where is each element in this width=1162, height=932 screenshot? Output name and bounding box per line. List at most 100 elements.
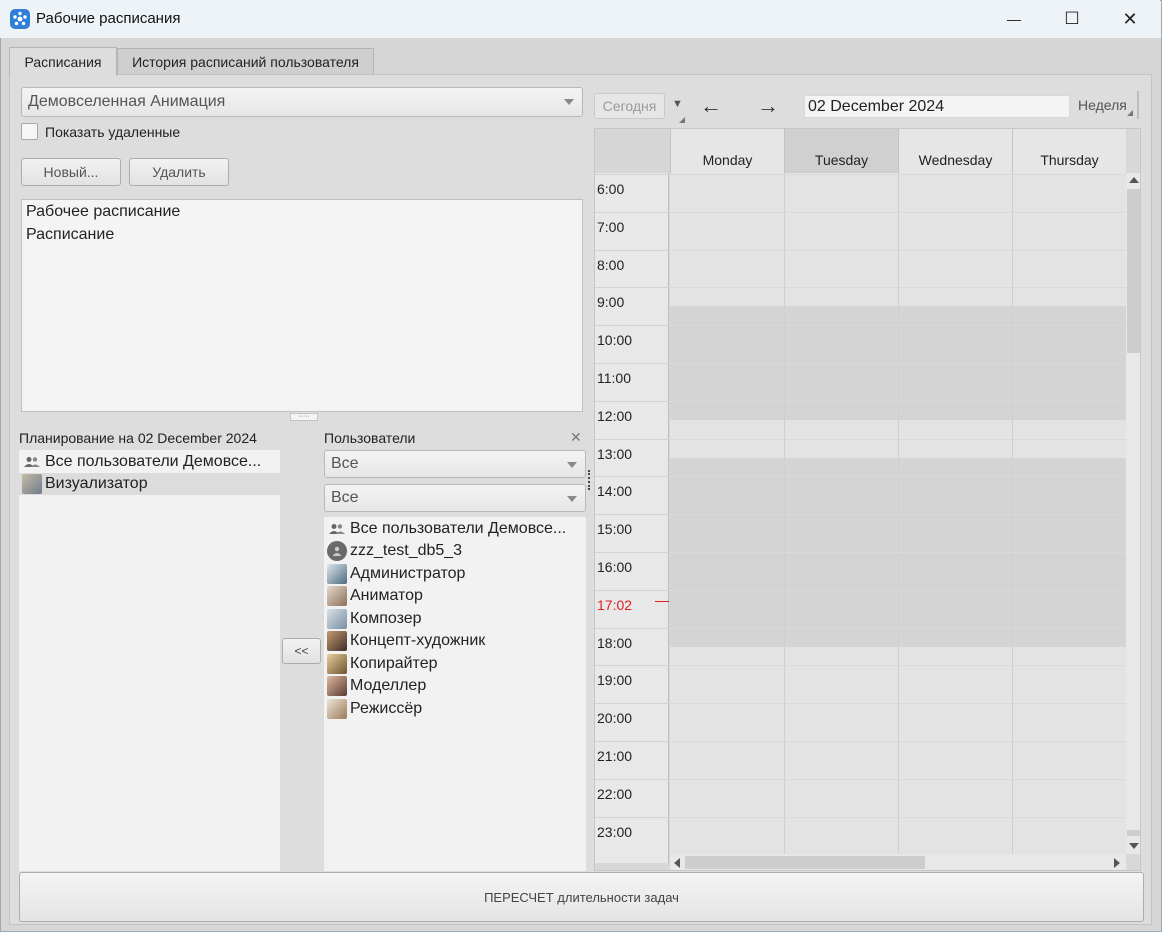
chevron-down-icon xyxy=(564,99,574,105)
list-item[interactable]: Визуализатор xyxy=(19,473,280,495)
view-mode-label: Неделя xyxy=(1078,97,1127,113)
list-item-label: Концепт-художник xyxy=(350,632,486,649)
list-item-label: Администратор xyxy=(350,565,466,582)
day-header-tuesday[interactable]: Tuesday xyxy=(784,129,898,173)
splitter-handle[interactable] xyxy=(588,470,592,490)
next-week-button[interactable]: → xyxy=(757,93,779,119)
title-bar: Рабочие расписания — ☐ ✕ xyxy=(0,0,1160,38)
prev-week-button[interactable]: ← xyxy=(700,93,722,119)
schedules-list[interactable]: Рабочее расписание Расписание xyxy=(21,199,583,412)
hour-gridline xyxy=(670,703,1126,705)
list-item-label: Все пользователи Демовсе... xyxy=(45,453,262,470)
list-item[interactable]: Композер xyxy=(324,608,586,630)
list-item[interactable]: Все пользователи Демовсе... xyxy=(19,451,280,473)
avatar xyxy=(22,474,42,494)
list-item[interactable]: Все пользователи Демовсе... xyxy=(324,518,586,540)
tab-history-label: История расписаний пользователя xyxy=(132,53,359,70)
current-time-marker xyxy=(655,601,669,602)
close-button[interactable]: ✕ xyxy=(1101,0,1159,38)
show-deleted-label: Показать удаленные xyxy=(45,124,181,140)
hour-gridline xyxy=(670,514,1126,516)
hour-gridline xyxy=(595,174,669,175)
recalc-duration-button[interactable]: ПЕРЕСЧЕТ длительности задач xyxy=(19,872,1144,922)
day-header-monday[interactable]: Monday xyxy=(670,129,784,173)
hour-label: 23:00 xyxy=(597,823,633,840)
hour-gridline xyxy=(595,552,669,553)
users-filter-2-value: Все xyxy=(331,489,359,506)
hour-gridline xyxy=(670,249,1126,251)
hour-gridline xyxy=(670,476,1126,478)
today-dropdown-icon[interactable]: ▼ xyxy=(672,98,683,110)
users-list[interactable]: Все пользователи Демовсе... zzz_test_db5… xyxy=(324,517,586,871)
add-user-to-planning-button[interactable]: << xyxy=(282,638,321,664)
list-item[interactable]: Концепт-художник xyxy=(324,630,586,652)
hour-label: 16:00 xyxy=(597,559,633,575)
users-filter-1-value: Все xyxy=(331,455,359,472)
list-item[interactable]: Моделлер xyxy=(324,675,586,697)
day-area[interactable] xyxy=(670,173,1126,854)
hour-gridline xyxy=(595,438,669,440)
list-item[interactable]: Расписание xyxy=(26,226,114,244)
day-header-thursday[interactable]: Thursday xyxy=(1012,129,1126,173)
list-item[interactable]: Аниматор xyxy=(324,585,586,607)
planning-list[interactable]: Все пользователи Демовсе... Визуализатор xyxy=(19,450,280,871)
move-left-label: << xyxy=(294,644,309,658)
scroll-left-icon[interactable] xyxy=(674,858,680,868)
scroll-up-icon[interactable] xyxy=(1129,177,1139,183)
planning-label: Планирование на 02 December 2024 xyxy=(19,430,257,446)
project-combo[interactable]: Демовселенная Анимация xyxy=(21,87,583,117)
app-logo-icon xyxy=(10,9,30,29)
horizontal-scrollbar[interactable] xyxy=(670,854,1126,870)
scroll-right-icon[interactable] xyxy=(1114,858,1120,868)
minimize-button[interactable]: — xyxy=(985,0,1043,38)
corner-icon xyxy=(679,117,685,123)
group-icon xyxy=(327,519,347,539)
users-filter-combo-2[interactable]: Все xyxy=(324,484,586,512)
list-item[interactable]: Режиссёр xyxy=(324,698,586,720)
hour-label: 15:00 xyxy=(597,521,633,538)
hour-label: 10:00 xyxy=(597,332,633,349)
list-item[interactable]: Копирайтер xyxy=(324,653,586,675)
hour-gridline xyxy=(670,665,1126,667)
hour-gridline xyxy=(670,363,1126,364)
hour-label: 19:00 xyxy=(597,672,633,689)
close-icon[interactable]: ✕ xyxy=(570,429,582,446)
list-item-label: Аниматор xyxy=(350,587,423,604)
group-icon xyxy=(22,452,42,472)
list-item[interactable]: zzz_test_db5_3 xyxy=(324,540,586,562)
hour-label: 7:00 xyxy=(597,218,625,235)
scrollbar-thumb[interactable] xyxy=(1127,830,1140,836)
hour-gridline xyxy=(595,400,669,402)
chevron-down-icon xyxy=(567,496,577,502)
maximize-button[interactable]: ☐ xyxy=(1043,0,1101,38)
window-title: Рабочие расписания xyxy=(36,10,181,27)
avatar xyxy=(327,564,347,584)
tab-schedules[interactable]: Расписания xyxy=(9,47,117,76)
time-column: 6:00 7:00 8:00 9:00 10:00 11:00 12:00 13:00 14:0… xyxy=(595,173,669,863)
hour-gridline xyxy=(670,325,1126,327)
list-item[interactable]: Рабочее расписание xyxy=(26,203,180,221)
splitter-handle[interactable]: ····· xyxy=(290,413,318,421)
hour-gridline xyxy=(595,287,669,289)
scroll-down-icon[interactable] xyxy=(1129,843,1139,849)
show-deleted-checkbox[interactable] xyxy=(21,123,38,140)
scrollbar-thumb[interactable] xyxy=(1127,189,1140,353)
project-combo-value: Демовселенная Анимация xyxy=(28,93,226,110)
delete-schedule-button[interactable]: Удалить xyxy=(129,158,229,186)
close-icon: ✕ xyxy=(1122,8,1138,29)
corner-cell xyxy=(595,129,670,173)
scrollbar-thumb[interactable] xyxy=(685,856,925,869)
hour-gridline xyxy=(670,627,1126,629)
date-field[interactable]: 02 December 2024 xyxy=(804,95,1070,118)
list-item[interactable]: Администратор xyxy=(324,563,586,585)
hour-gridline xyxy=(670,211,1126,213)
today-button[interactable]: Сегодня xyxy=(594,93,665,119)
calendar-grid: Monday Tuesday Wednesday Thursday 6:00 7:… xyxy=(594,128,1141,871)
new-schedule-button[interactable]: Новый... xyxy=(21,158,121,186)
vertical-scrollbar[interactable] xyxy=(1126,173,1140,854)
current-time-label: 17:02 xyxy=(597,596,633,613)
users-filter-combo-1[interactable]: Все xyxy=(324,450,586,478)
day-header-wednesday[interactable]: Wednesday xyxy=(898,129,1012,173)
tab-user-schedule-history[interactable]: История расписаний пользователя xyxy=(117,48,374,74)
hour-gridline xyxy=(595,816,669,818)
